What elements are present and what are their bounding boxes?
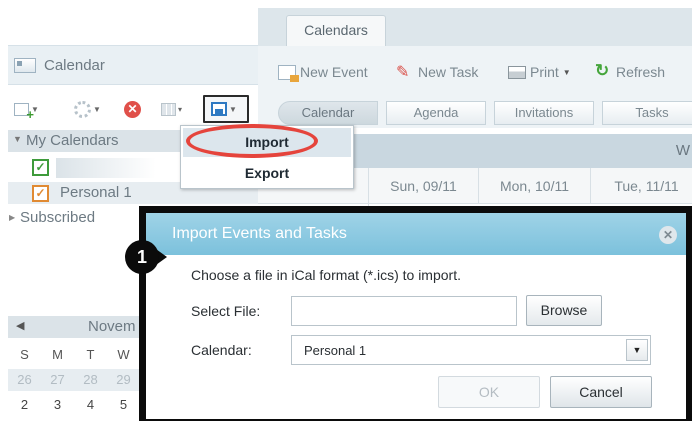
day-header[interactable]: Mon, 10/11	[478, 168, 590, 204]
calendar-item-name	[56, 158, 156, 178]
refresh-icon	[594, 61, 612, 81]
menu-item-export[interactable]: Export	[183, 159, 351, 188]
calendar-label: Calendar:	[191, 342, 252, 358]
mini-calendar-day[interactable]: 26	[8, 369, 41, 391]
weekday-label: T	[86, 347, 95, 362]
print-label: Print	[530, 64, 559, 80]
chevron-down-icon: ▾	[178, 104, 183, 114]
refresh-label: Refresh	[616, 64, 666, 80]
delete-icon: ✕	[124, 100, 141, 118]
chevron-down-icon: ▼	[562, 67, 571, 77]
new-task-button[interactable]: New Task	[396, 62, 479, 82]
weekday-label: S	[20, 347, 29, 362]
dialog-title: Import Events and Tasks	[172, 225, 347, 242]
calendar-view-button[interactable]: ▾	[161, 98, 182, 120]
new-task-icon	[396, 62, 414, 82]
day-header[interactable]: Tue, 11/11	[590, 168, 692, 204]
print-icon	[508, 65, 526, 79]
calendar-checkbox[interactable]: ✓	[32, 185, 49, 202]
mini-calendar-day[interactable]: 3	[41, 394, 74, 416]
mini-calendar-day[interactable]: 2	[8, 394, 41, 416]
week-label: W	[675, 142, 690, 159]
my-calendars-label: My Calendars	[26, 132, 119, 149]
chevron-down-icon[interactable]: ▼	[626, 339, 648, 361]
chevron-down-icon: ▼	[229, 104, 237, 114]
dialog-title-bar: Import Events and Tasks ✕	[146, 213, 686, 255]
select-file-label: Select File:	[191, 303, 261, 319]
calendar-icon	[14, 58, 36, 73]
calendar-select[interactable]: Personal 1 ▼	[291, 335, 651, 365]
new-event-label: New Event	[300, 64, 368, 80]
grid-icon	[161, 102, 176, 116]
close-icon[interactable]: ✕	[659, 226, 677, 244]
mini-calendar-day[interactable]: 4	[74, 394, 107, 416]
print-button[interactable]: Print ▼	[508, 64, 571, 80]
mini-calendar-month: Novem	[88, 318, 136, 335]
main-toolbar: New Event New Task Print ▼ Refresh	[258, 46, 692, 94]
tab-invitations-view[interactable]: Invitations	[494, 101, 594, 125]
mini-calendar-weekdays: S M T W	[8, 344, 140, 366]
browse-button[interactable]: Browse	[526, 295, 602, 326]
day-header[interactable]: Sun, 09/11	[368, 168, 478, 204]
expand-triangle-icon: ▶	[9, 213, 16, 222]
sidebar-title: Calendar	[44, 57, 105, 74]
calendar-checkbox[interactable]: ✓	[32, 159, 49, 176]
step-number-badge: 1	[125, 240, 159, 274]
chevron-down-icon: ▼	[93, 104, 101, 114]
mini-calendar-week: 2 3 4 5	[8, 394, 140, 416]
subscribed-label: Subscribed	[20, 209, 96, 226]
calendar-select-value: Personal 1	[304, 343, 367, 358]
weekday-label: M	[52, 347, 63, 362]
view-tabs: Calendar Agenda Invitations Tasks	[258, 94, 692, 128]
new-event-button[interactable]: New Event	[278, 64, 368, 82]
weekday-label: W	[117, 347, 130, 362]
previous-month-icon[interactable]: ◀	[16, 319, 24, 332]
tab-calendars[interactable]: Calendars	[286, 15, 386, 46]
calendar-settings-button[interactable]: ▼	[74, 98, 101, 120]
gear-icon	[74, 100, 91, 118]
add-calendar-icon	[14, 102, 34, 122]
file-path-input[interactable]	[291, 296, 517, 326]
mini-calendar-day[interactable]: 28	[74, 369, 107, 391]
new-task-label: New Task	[418, 64, 479, 80]
tab-agenda-view[interactable]: Agenda	[386, 101, 486, 125]
sidebar-spacer	[0, 0, 258, 44]
sidebar-toolbar: ▼ ▼ ✕ ▾ ▼	[8, 92, 258, 126]
menu-item-import[interactable]: Import	[183, 128, 351, 157]
import-export-icon	[211, 102, 227, 116]
import-export-button[interactable]: ▼	[203, 95, 249, 123]
tab-tasks-view[interactable]: Tasks	[602, 101, 692, 125]
mini-calendar-day[interactable]: 29	[107, 369, 140, 391]
mini-calendar-day[interactable]: 5	[107, 394, 140, 416]
new-event-icon	[278, 64, 299, 82]
ok-button[interactable]: OK	[438, 376, 540, 408]
tab-calendar-view[interactable]: Calendar	[278, 101, 378, 125]
refresh-button[interactable]: Refresh	[594, 61, 666, 81]
calendar-item-name: Personal 1	[60, 184, 132, 201]
import-export-menu: Import Export	[180, 125, 354, 189]
import-dialog: Import Events and Tasks ✕ Choose a file …	[146, 213, 686, 419]
mini-calendar-day[interactable]: 27	[41, 369, 74, 391]
cancel-button[interactable]: Cancel	[550, 376, 652, 408]
dialog-instructions: Choose a file in iCal format (*.ics) to …	[191, 267, 461, 283]
sidebar-header: Calendar	[8, 45, 258, 85]
new-calendar-button[interactable]: ▼	[14, 98, 39, 122]
delete-calendar-button[interactable]: ✕	[124, 98, 141, 120]
collapse-triangle-icon: ▼	[13, 134, 22, 144]
